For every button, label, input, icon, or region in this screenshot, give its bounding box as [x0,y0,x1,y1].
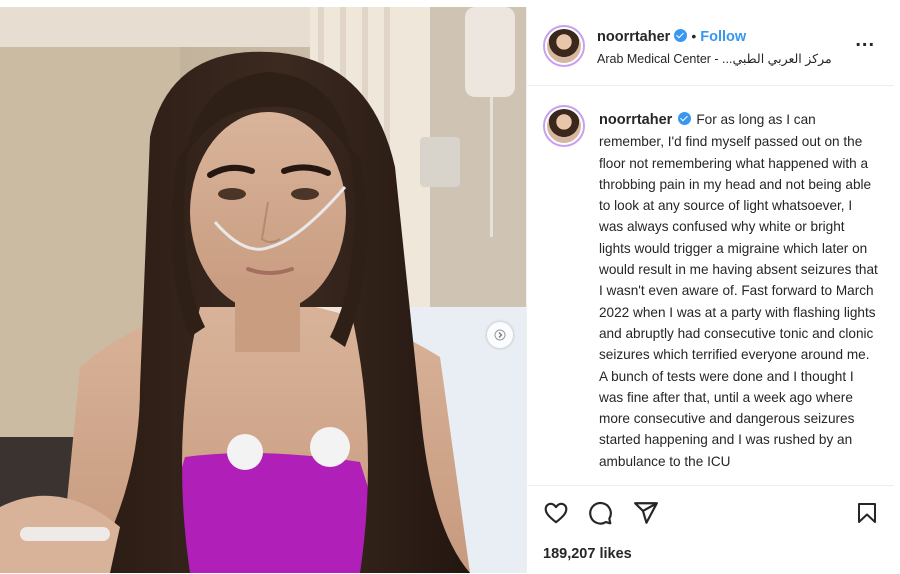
separator-dot: • [691,28,697,44]
verified-badge-icon [674,29,688,42]
comments-scroll-area[interactable]: noorrtaher For as long as I can remember,… [527,85,895,482]
heart-icon[interactable] [543,500,569,526]
chevron-right-icon [494,329,506,341]
verified-badge-icon [678,112,692,125]
next-photo-button[interactable] [487,322,513,348]
actions-divider [527,485,894,486]
header-user-line: noorrtaher • Follow [597,28,746,46]
post-side-panel: noorrtaher • Follow Arab Medical Center - … [526,7,894,573]
more-options-button[interactable]: ... [855,29,875,52]
follow-button[interactable]: Follow [700,29,746,45]
bookmark-icon[interactable] [855,500,879,526]
action-bar [527,494,895,534]
caption-body: For as long as I can remember, I'd find … [599,112,878,469]
caption-avatar[interactable] [543,105,585,147]
photo-illustration [0,7,526,573]
location-link[interactable]: Arab Medical Center - ...مركز العربي الط… [597,51,832,66]
post-photo[interactable] [0,7,526,573]
avatar[interactable] [543,25,585,67]
caption-text: noorrtaher For as long as I can remember,… [599,109,879,472]
likes-count[interactable]: 189,207 likes [543,546,632,562]
caption-username[interactable]: noorrtaher [599,112,672,128]
comment-icon[interactable] [587,500,613,526]
share-icon[interactable] [633,500,659,526]
post-header: noorrtaher • Follow Arab Medical Center - … [527,7,895,85]
username-link[interactable]: noorrtaher [597,29,670,45]
